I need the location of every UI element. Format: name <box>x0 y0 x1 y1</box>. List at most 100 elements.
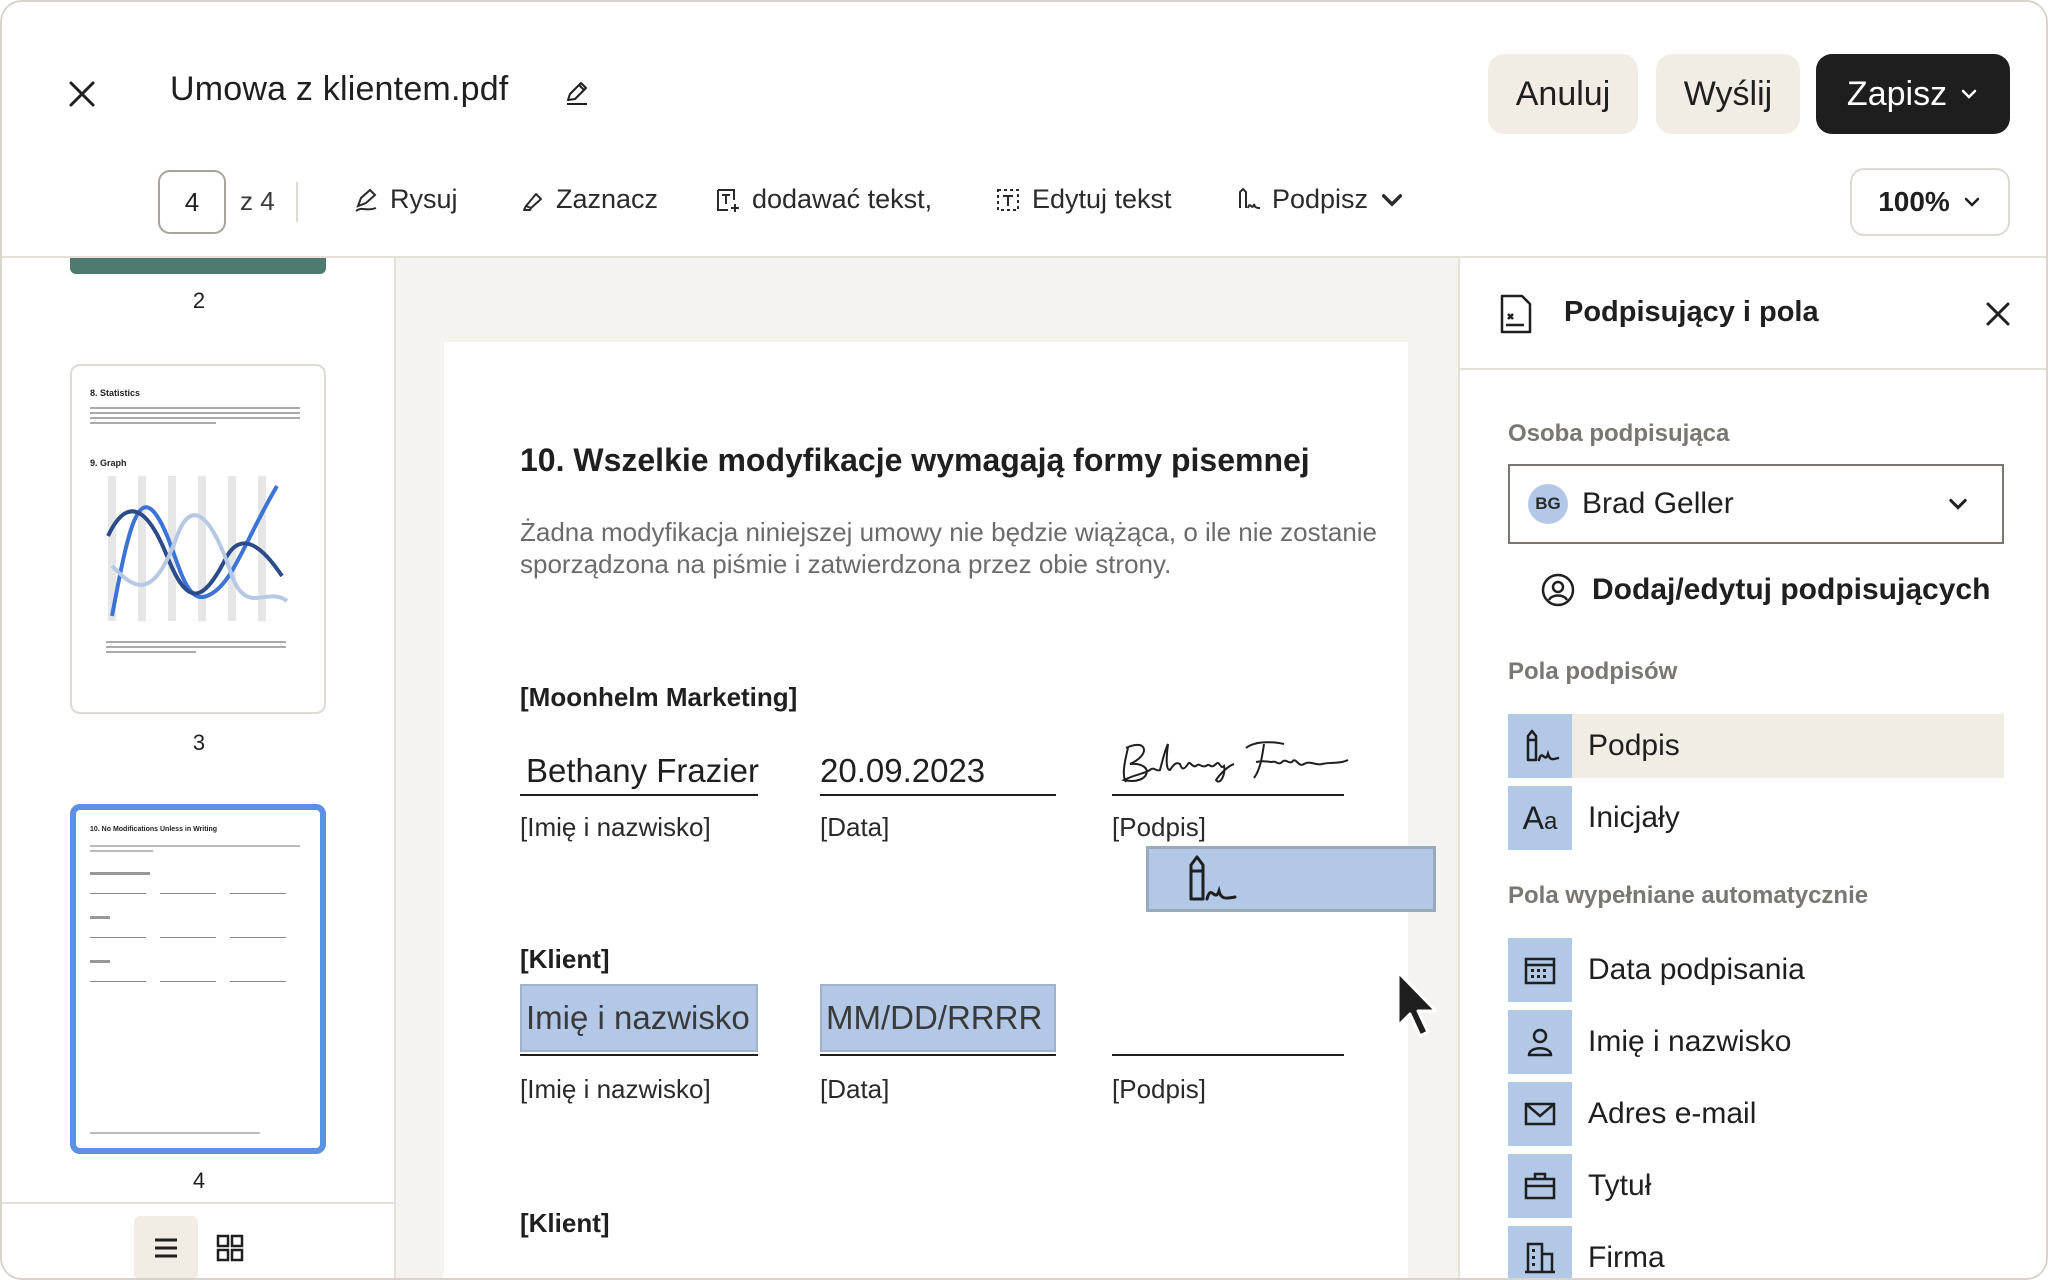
date-field[interactable]: MM/DD/RRRR <box>820 984 1056 1052</box>
field-sign-date[interactable]: Data podpisania <box>1508 938 2004 1002</box>
name-value[interactable]: Bethany Frazier <box>526 752 759 790</box>
edit-text-icon <box>997 188 1019 211</box>
date-value[interactable]: 20.09.2023 <box>820 752 985 790</box>
header: Umowa z klientem.pdf Anuluj Wyślij Zapis… <box>2 2 2046 258</box>
field-signature-label: Podpis <box>1588 729 1680 762</box>
thumbnail-text <box>90 842 300 855</box>
save-button[interactable]: Zapisz <box>1816 54 2010 134</box>
save-button-label: Zapisz <box>1846 74 1948 113</box>
field-full-name[interactable]: Imię i nazwisko <box>1508 1010 2004 1074</box>
party-label: [Moonhelm Marketing] <box>520 682 798 712</box>
briefcase-icon <box>1508 1154 1572 1218</box>
chevron-down-icon <box>1949 498 1967 510</box>
thumbnail-number: 3 <box>192 730 206 755</box>
envelope-icon <box>1508 1082 1572 1146</box>
add-text-tool-label: dodawać tekst, <box>752 184 933 214</box>
page-count: z 4 <box>240 186 275 216</box>
list-icon <box>155 1238 177 1258</box>
thumbnail-heading: 9. Graph <box>90 458 127 468</box>
highlighter-icon <box>523 192 542 211</box>
toolbar-divider <box>296 182 298 222</box>
signer-dropdown[interactable]: BG Brad Geller <box>1508 464 2004 544</box>
avatar: BG <box>1528 484 1568 524</box>
thumbnail-heading: 10. No Modifications Unless in Writing <box>90 826 218 833</box>
signature-image[interactable] <box>1116 734 1356 792</box>
thumbnail-chart <box>106 476 289 621</box>
thumbnail-fields <box>90 872 300 982</box>
field-full-name-label: Imię i nazwisko <box>1588 1025 1792 1058</box>
add-edit-signers-button[interactable]: Dodaj/edytuj podpisujących <box>1540 572 1990 608</box>
chevron-down-icon <box>1964 197 1980 207</box>
document-signature-icon <box>1500 294 1532 334</box>
name-label: [Imię i nazwisko] <box>520 812 711 842</box>
add-text-icon <box>717 188 739 212</box>
page-number-input[interactable]: 4 <box>158 170 226 234</box>
draw-tool[interactable]: Rysuj <box>352 184 458 215</box>
thumbnail-page-4[interactable]: 10. No Modifications Unless in Writing <box>70 804 326 1154</box>
thumbnail-heading: 8. Statistics <box>90 388 141 398</box>
thumbnail-view-switcher <box>2 1202 394 1278</box>
edit-text-tool-label: Edytuj tekst <box>1032 184 1172 214</box>
field-underline <box>520 794 758 796</box>
thumbnail-number: 2 <box>192 288 206 313</box>
thumbnail-number: 4 <box>192 1168 206 1193</box>
list-view-button[interactable] <box>134 1216 198 1278</box>
toolbar: 4 z 4 Rysuj Zaznacz dodawać tekst, Edytu… <box>2 166 2046 238</box>
signature-label: [Podpis] <box>1112 1074 1206 1104</box>
close-icon[interactable] <box>60 72 104 116</box>
sign-tool[interactable]: Podpisz <box>1234 184 1406 215</box>
send-button[interactable]: Wyślij <box>1656 54 1800 134</box>
field-initials[interactable]: Aa Inicjały <box>1508 786 2004 850</box>
mouse-cursor-icon <box>1396 970 1438 1038</box>
cancel-button[interactable]: Anuluj <box>1488 54 1638 134</box>
field-company[interactable]: Firma <box>1508 1226 2004 1278</box>
thumbnail-text <box>90 404 300 427</box>
thumbnail-page-3[interactable]: 8. Statistics 9. Graph <box>70 364 326 714</box>
panel-title: Podpisujący i pola <box>1564 296 1819 328</box>
signature-label: [Podpis] <box>1112 812 1206 842</box>
party-label: [Klient] <box>520 1208 610 1238</box>
sign-tool-label: Podpisz <box>1272 184 1369 214</box>
user-circle-icon <box>1541 573 1575 607</box>
signature-pen-icon <box>1189 855 1237 901</box>
signer-name: Brad Geller <box>1582 487 1734 520</box>
chevron-down-icon <box>1961 89 1977 99</box>
field-signature[interactable]: Podpis <box>1508 714 2004 778</box>
panel-header: Podpisujący i pola <box>1460 258 2046 370</box>
name-label: [Imię i nazwisko] <box>520 1074 711 1104</box>
add-text-tool[interactable]: dodawać tekst, <box>714 184 932 215</box>
pencil-icon[interactable] <box>562 78 592 108</box>
thumbnail-footer-text <box>90 1132 260 1134</box>
chevron-down-icon <box>1381 193 1403 207</box>
signature-pen-icon <box>1508 714 1572 778</box>
date-label: [Data] <box>820 812 890 842</box>
field-underline <box>820 1054 1056 1056</box>
field-underline <box>1112 1054 1344 1056</box>
field-company-label: Firma <box>1588 1241 1665 1274</box>
highlight-tool[interactable]: Zaznacz <box>518 184 658 215</box>
field-underline <box>1112 794 1344 796</box>
document-title: Umowa z klientem.pdf <box>170 70 509 108</box>
zoom-value: 100% <box>1878 186 1950 217</box>
name-field[interactable]: Imię i nazwisko <box>520 984 758 1052</box>
highlight-tool-label: Zaznacz <box>556 184 659 214</box>
signers-fields-panel: Podpisujący i pola Osoba podpisująca BG … <box>1458 258 2046 1278</box>
close-icon[interactable] <box>1980 296 2016 332</box>
field-email-label: Adres e-mail <box>1588 1097 1757 1130</box>
dragged-signature-field[interactable] <box>1146 846 1436 912</box>
zoom-select[interactable]: 100% <box>1850 168 2010 236</box>
draw-icon <box>355 188 377 212</box>
add-edit-signers-label: Dodaj/edytuj podpisujących <box>1592 573 1991 606</box>
field-email[interactable]: Adres e-mail <box>1508 1082 2004 1146</box>
thumbnail-text <box>106 638 286 656</box>
thumbnail-page-2[interactable] <box>70 258 326 274</box>
page-thumbnails: 2 8. Statistics 9. Graph 3 10. No Modifi… <box>2 258 396 1278</box>
party-label: [Klient] <box>520 944 610 974</box>
calendar-icon <box>1508 938 1572 1002</box>
signature-pen-icon <box>1239 187 1261 209</box>
grid-view-button[interactable] <box>198 1216 262 1278</box>
draw-tool-label: Rysuj <box>390 184 458 214</box>
field-title[interactable]: Tytuł <box>1508 1154 2004 1218</box>
edit-text-tool[interactable]: Edytuj tekst <box>994 184 1172 215</box>
document-page: 10. Wszelkie modyfikacje wymagają formy … <box>444 342 1408 1278</box>
